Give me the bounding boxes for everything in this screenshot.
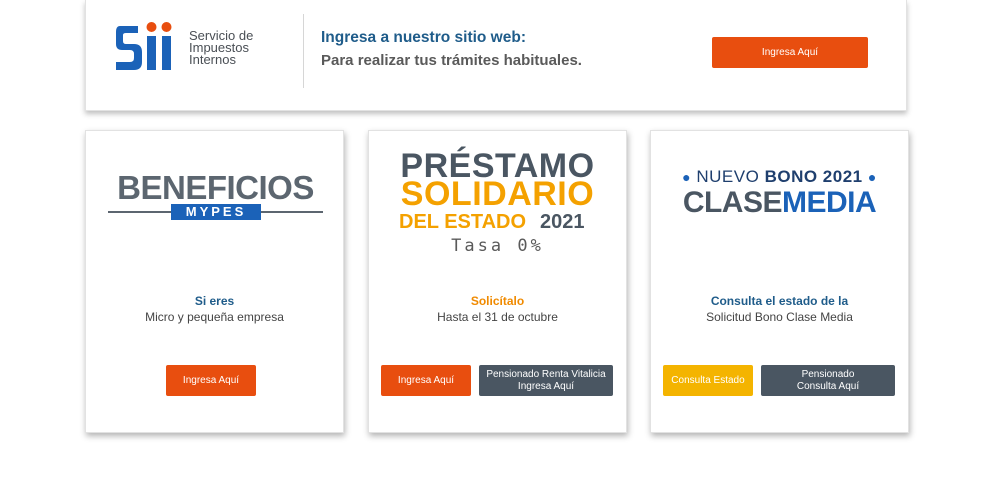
pensionado-consulta-button[interactable]: Pensionado Consulta Aquí — [761, 365, 895, 396]
button-label-line: Pensionado — [801, 368, 855, 380]
button-label-line: Ingresa Aquí — [517, 380, 575, 392]
card-prestamo-solidario: PRÉSTAMO SOLIDARIO DEL ESTADO 2021 Tasa … — [368, 130, 627, 433]
sii-logo-text: Servicio de Impuestos Internos — [189, 29, 279, 67]
prestamo-logo-line2: SOLIDARIO — [400, 175, 595, 213]
sii-banner: Servicio de Impuestos Internos Ingresa a… — [85, 0, 907, 111]
button-label-line: Pensionado Renta Vitalicia — [486, 368, 606, 380]
dot-icon: ● — [867, 169, 877, 185]
card-beneficios-mypes: BENEFICIOS MYPES Si eres Micro y pequeña… — [85, 130, 344, 433]
mypes-logo-tag: MYPES — [171, 204, 261, 220]
sii-logo-mark — [116, 22, 172, 70]
bono-logo-media: MEDIA — [782, 186, 877, 219]
banner-ingresa-button[interactable]: Ingresa Aquí — [712, 37, 868, 68]
bono-logo-bono: BONO 2021 — [764, 167, 863, 186]
consulta-estado-button[interactable]: Consulta Estado — [663, 365, 753, 396]
mypes-ingresa-button[interactable]: Ingresa Aquí — [166, 365, 256, 396]
button-label-line: Consulta Aquí — [796, 380, 860, 392]
banner-subtitle: Para realizar tus trámites habituales. — [321, 52, 582, 69]
card-highlight: Si eres — [194, 294, 235, 308]
bono-logo-nuevo: NUEVO — [696, 167, 760, 186]
bono-logo-line1: ● NUEVO BONO 2021 ● — [651, 167, 908, 187]
prestamo-ingresa-button[interactable]: Ingresa Aquí — [381, 365, 471, 396]
card-bono-clase-media: ● NUEVO BONO 2021 ● CLASEMEDIA Consulta … — [650, 130, 909, 433]
card-highlight: Consulta el estado de la — [710, 294, 849, 308]
bono-logo-clase: CLASE — [682, 186, 783, 219]
prestamo-logo-year: 2021 — [540, 211, 585, 233]
banner-title: Ingresa a nuestro sitio web: — [321, 29, 526, 46]
dot-icon: ● — [682, 169, 692, 185]
logo-line: Internos — [189, 52, 236, 67]
prestamo-logo-line3a: DEL ESTADO — [399, 211, 527, 233]
card-highlight: Solicítalo — [470, 294, 525, 308]
card-description: Hasta el 31 de octubre — [437, 310, 558, 324]
beneficios-logo-word: BENEFICIOS — [117, 169, 314, 206]
prestamo-logo-rate: Tasa 0% — [451, 236, 544, 256]
pensionado-renta-vitalicia-button[interactable]: Pensionado Renta Vitalicia Ingresa Aquí — [479, 365, 613, 396]
bono-logo-line2: CLASEMEDIA — [651, 186, 908, 220]
banner-divider — [303, 14, 304, 88]
card-description: Solicitud Bono Clase Media — [706, 310, 853, 324]
card-description: Micro y pequeña empresa — [145, 310, 284, 324]
sii-logo[interactable]: Servicio de Impuestos Internos — [114, 18, 274, 78]
